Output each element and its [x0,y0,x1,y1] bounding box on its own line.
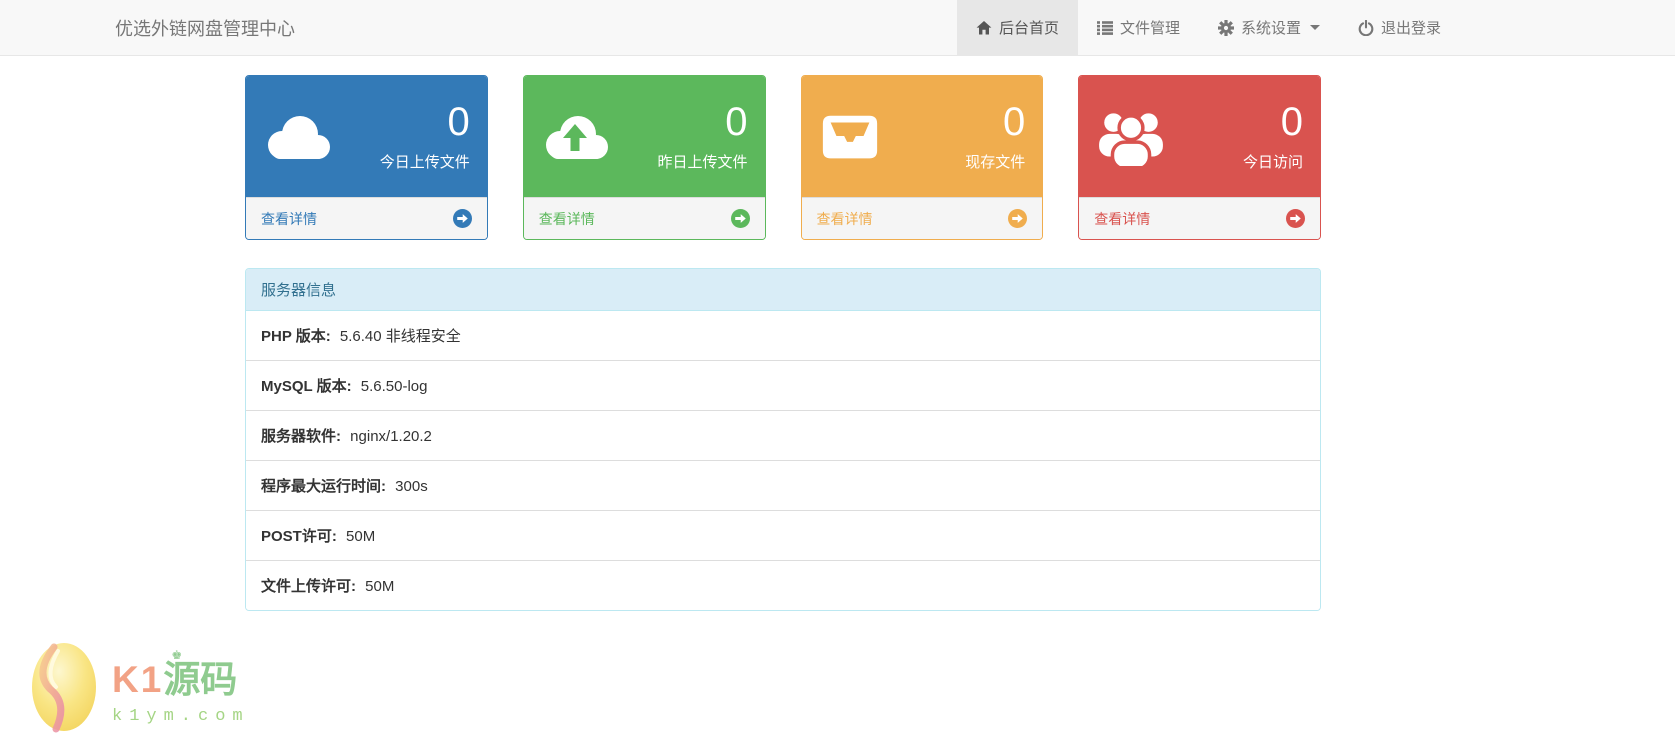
row-label: POST许可: [261,528,337,545]
arrow-circle-right-icon [1008,209,1028,228]
watermark-brand-cn: ♚ 源码 [163,648,238,700]
row-value: 50M [346,528,376,545]
row-label: MySQL 版本: [261,378,352,395]
navbar-menu: 后台首页 文件管理 系统设置 退出登录 [956,0,1460,55]
nav-item-file-management[interactable]: 文件管理 [1078,0,1199,55]
view-details-label: 查看详情 [261,210,317,227]
caret-down-icon [1309,25,1320,30]
nav-item-label: 后台首页 [998,20,1059,37]
stat-label: 今日上传文件 [379,153,470,171]
view-details-label: 查看详情 [538,210,595,227]
view-details-link[interactable]: 查看详情 [801,197,1043,239]
arrow-circle-right-icon [1286,209,1305,228]
server-info-panel: 服务器信息 PHP 版本: 5.6.40 非线程安全 MySQL 版本: 5.6… [245,268,1321,611]
stat-value: 0 [725,99,748,144]
row-label: 文件上传许可: [261,578,356,595]
server-info-row-post-limit: POST许可: 50M [246,511,1320,561]
nav-item-label: 系统设置 [1240,20,1301,37]
row-value: 50M [365,578,395,595]
stat-card-existing-files: 0 现存文件 查看详情 [800,75,1044,240]
stat-card-heading: 0 今日访问 [1079,76,1320,197]
row-value: 5.6.50-log [360,378,428,395]
nav-item-label: 退出登录 [1380,20,1441,37]
stat-value: 0 [1003,99,1026,144]
stat-card-today-uploads: 0 今日上传文件 查看详情 [245,75,488,240]
nav-item-system-settings[interactable]: 系统设置 [1199,0,1339,55]
app-title: 优选外链网盘管理中心 [115,18,295,39]
users-icon [1096,108,1166,166]
stat-value: 0 [1280,99,1303,144]
egg-logo-icon [28,639,100,733]
server-info-row-mysql: MySQL 版本: 5.6.50-log [246,361,1320,411]
nav-item-label: 文件管理 [1119,20,1180,37]
server-info-title: 服务器信息 [246,269,1320,311]
watermark-site-url: k1ym.com [112,707,250,726]
main-content: 0 今日上传文件 查看详情 0 昨日上传文件 查看详情 0 现存文件 查看详情 … [245,75,1321,611]
row-value: nginx/1.20.2 [350,428,432,445]
server-info-row-software: 服务器软件: nginx/1.20.2 [246,411,1320,461]
stat-card-yesterday-uploads: 0 昨日上传文件 查看详情 [522,75,766,240]
cloud-icon [263,111,337,163]
arrow-circle-right-icon [452,209,472,228]
watermark-brand: K1 ♚ 源码 [112,648,250,700]
stat-cards-row: 0 今日上传文件 查看详情 0 昨日上传文件 查看详情 0 现存文件 查看详情 … [245,75,1321,240]
stat-card-heading: 0 今日上传文件 [246,76,487,197]
row-label: 服务器软件: [261,428,341,445]
stat-label: 昨日上传文件 [657,153,748,171]
crown-icon: ♚ [171,648,183,662]
stat-card-today-visits: 0 今日访问 查看详情 [1078,75,1321,240]
view-details-link[interactable]: 查看详情 [1079,197,1320,239]
view-details-link[interactable]: 查看详情 [523,197,765,239]
nav-item-logout[interactable]: 退出登录 [1339,0,1460,55]
stat-card-heading: 0 昨日上传文件 [523,76,765,197]
view-details-label: 查看详情 [1094,210,1151,227]
stat-value: 0 [447,99,470,144]
list-icon [1096,20,1113,36]
inbox-icon [819,109,881,165]
view-details-label: 查看详情 [816,210,873,227]
stat-label: 现存文件 [965,153,1026,171]
stat-label: 今日访问 [1242,153,1303,171]
gear-icon [1217,19,1234,36]
arrow-circle-right-icon [730,209,750,228]
row-value: 300s [395,478,428,495]
power-icon [1358,19,1374,36]
server-info-row-upload-limit: 文件上传许可: 50M [246,561,1320,610]
home-icon [976,20,992,36]
nav-item-dashboard[interactable]: 后台首页 [956,0,1078,55]
stat-card-heading: 0 现存文件 [801,76,1043,197]
top-navbar: 优选外链网盘管理中心 后台首页 文件管理 系统设置 退出登录 [0,0,1675,56]
row-value: 5.6.40 非线程安全 [339,328,461,345]
view-details-link[interactable]: 查看详情 [246,197,487,239]
server-info-row-php: PHP 版本: 5.6.40 非线程安全 [246,311,1320,361]
watermark-brand-latin: K1 [112,659,164,700]
row-label: PHP 版本: [261,328,331,345]
row-label: 程序最大运行时间: [261,478,386,495]
cloud-upload-icon [541,111,615,163]
watermark-logo: K1 ♚ 源码 k1ym.com [28,639,250,733]
server-info-row-max-exec-time: 程序最大运行时间: 300s [246,461,1320,511]
